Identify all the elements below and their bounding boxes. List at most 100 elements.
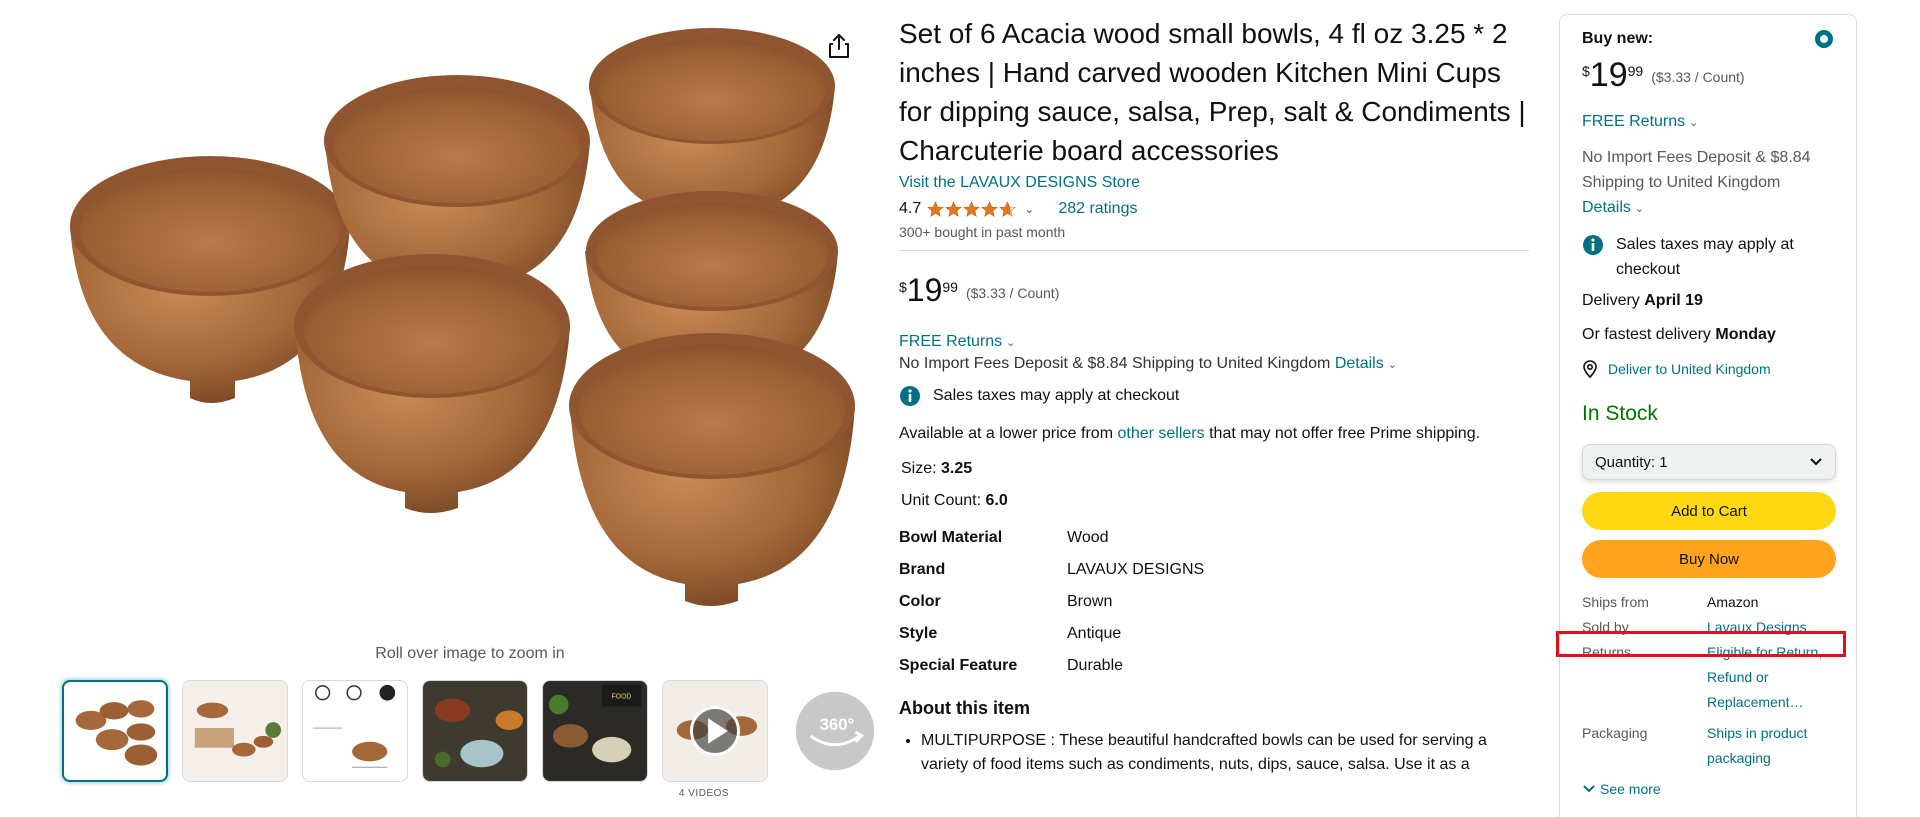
price-whole: 19 — [906, 272, 943, 308]
chevron-down-icon: ⌄ — [1634, 203, 1645, 215]
seller-info-table: Ships from Amazon Sold by Lavaux Designs R… — [1582, 590, 1834, 771]
free-returns-link[interactable]: FREE Returns ⌄ — [899, 333, 1015, 351]
quantity-select[interactable]: Quantity: 1 — [1582, 444, 1836, 480]
chevron-down-icon: ⌄ — [1006, 337, 1016, 349]
about-item: MULTIPURPOSE : These beautiful handcraft… — [921, 729, 1519, 777]
fastest-label: Or fastest delivery — [1582, 326, 1711, 343]
star-half-icon — [999, 200, 1017, 217]
lower-price-notice: Available at a lower price from other se… — [899, 421, 1499, 446]
star-icon — [945, 200, 963, 217]
thumbnail-bowls-set[interactable] — [62, 680, 168, 782]
buybox-free-returns-link[interactable]: FREE Returns ⌄ — [1582, 113, 1834, 131]
location-pin-icon — [1583, 360, 1597, 378]
main-product-image[interactable] — [60, 26, 880, 626]
thumbnail-bowl-with-spice[interactable] — [422, 680, 528, 782]
product-title: Set of 6 Acacia wood small bowls, 4 fl o… — [899, 18, 1526, 166]
buy-new-label: Buy new: — [1582, 30, 1654, 47]
radio-selected-icon[interactable] — [1814, 29, 1834, 49]
spec-key: Special Feature — [899, 657, 1018, 674]
thumbnail-features-diagram[interactable] — [302, 680, 408, 782]
size-attribute: Size: 3.25 — [901, 460, 1529, 478]
price-symbol: $ — [1582, 63, 1590, 79]
import-fees-line: No Import Fees Deposit & $8.84 Shipping … — [899, 355, 1529, 373]
size-label: Size: — [901, 460, 937, 477]
star-icon — [927, 200, 945, 217]
size-value: 3.25 — [941, 460, 973, 477]
info-value: Ships in product packaging — [1707, 725, 1808, 766]
rating-row: 4.7 ⌄ 282 ratings — [899, 198, 1529, 220]
fastest-delivery: Or fastest delivery Monday — [1582, 326, 1834, 344]
ratings-count-link[interactable]: 282 ratings — [1058, 200, 1137, 218]
lower-price-text-end: that may not offer free Prime shipping. — [1209, 425, 1481, 442]
price-whole: 19 — [1589, 56, 1628, 94]
details-link[interactable]: Details — [1335, 355, 1384, 372]
star-icon — [981, 200, 999, 217]
price-fraction: 99 — [942, 279, 958, 295]
spec-key: Color — [899, 593, 941, 610]
star-icon — [963, 200, 981, 217]
import-fees-text: No Import Fees Deposit & $8.84 Shipping … — [899, 355, 1331, 372]
spec-key: Bowl Material — [899, 529, 1003, 546]
free-returns-label: FREE Returns — [899, 333, 1003, 350]
thumbnail-bowls-with-food[interactable] — [182, 680, 288, 782]
delivery-date-value: April 19 — [1644, 292, 1703, 309]
price-per-unit: ($3.33 / Count) — [965, 285, 1060, 301]
spec-row: Color Brown — [899, 586, 1529, 618]
star-rating[interactable] — [927, 200, 1017, 218]
chevron-down-icon — [1810, 458, 1822, 466]
chevron-down-icon: ⌄ — [1689, 117, 1699, 129]
chevron-down-icon — [1583, 785, 1595, 793]
buy-new-row[interactable]: Buy new: — [1582, 29, 1834, 49]
spec-key: Style — [899, 625, 938, 642]
sales-tax-text: Sales taxes may apply at checkout — [1616, 236, 1794, 278]
free-returns-label: FREE Returns — [1582, 113, 1686, 130]
about-title: About this item — [899, 698, 1030, 718]
buybox-details-link[interactable]: Details — [1582, 199, 1631, 216]
divider — [899, 250, 1529, 251]
spec-value: Wood — [1067, 529, 1109, 546]
import-fees-text: No Import Fees Deposit & $8.84 Shipping … — [1582, 149, 1811, 191]
360-label: 360° — [820, 715, 854, 734]
price-fraction: 99 — [1627, 63, 1644, 79]
sales-tax-text: Sales taxes may apply at checkout — [933, 387, 1180, 404]
thumbnail-food-bowls-closeup[interactable]: FOOD — [542, 680, 648, 782]
see-more-label: See more — [1600, 781, 1661, 797]
add-to-cart-button[interactable]: Add to Cart — [1582, 492, 1836, 530]
videos-count-label: 4 VIDEOS — [678, 788, 730, 799]
unit-count-attribute: Unit Count: 6.0 — [901, 492, 1529, 510]
deliver-to-text: Deliver to United Kingdom — [1608, 361, 1771, 377]
product-info: Set of 6 Acacia wood small bowls, 4 fl o… — [899, 14, 1529, 777]
lower-price-text: Available at a lower price from — [899, 425, 1114, 442]
share-icon[interactable] — [826, 32, 852, 60]
about-list: MULTIPURPOSE : These beautiful handcraft… — [899, 729, 1519, 777]
rating-chevron-down-icon[interactable]: ⌄ — [1024, 202, 1034, 216]
buybox-sales-tax: Sales taxes may apply at checkout — [1582, 232, 1834, 282]
chevron-down-icon: ⌄ — [1387, 359, 1397, 371]
unit-count-label: Unit Count: — [901, 492, 982, 509]
see-more-link[interactable]: See more — [1582, 781, 1834, 797]
deliver-to-link[interactable]: Deliver to United Kingdom — [1582, 360, 1834, 378]
buy-now-button[interactable]: Buy Now — [1582, 540, 1836, 578]
svg-text:FOOD: FOOD — [612, 694, 632, 701]
info-key: Ships from — [1582, 594, 1649, 610]
bought-in-past-month: 300+ bought in past month — [899, 224, 1066, 240]
info-value: Amazon — [1707, 594, 1759, 610]
spec-value: Antique — [1067, 625, 1122, 642]
spec-row: Brand LAVAUX DESIGNS — [899, 554, 1529, 586]
thumbnail-video[interactable] — [662, 680, 768, 782]
info-icon — [900, 386, 920, 406]
spec-value: LAVAUX DESIGNS — [1067, 561, 1205, 578]
quantity-value: Quantity: 1 — [1595, 453, 1668, 471]
info-row-ships-from: Ships from Amazon — [1582, 590, 1834, 615]
thumbnail-360-view[interactable]: 360° — [782, 680, 888, 782]
store-link[interactable]: Visit the LAVAUX DESIGNS Store — [899, 174, 1140, 192]
sales-tax-notice: Sales taxes may apply at checkout — [899, 385, 1529, 407]
price: $ 19 99 ($3.33 / Count) — [899, 273, 1529, 307]
spec-value: Brown — [1067, 593, 1113, 610]
delivery-date: Delivery April 19 — [1582, 292, 1834, 310]
other-sellers-link[interactable]: other sellers — [1117, 425, 1204, 442]
spec-key: Brand — [899, 561, 946, 578]
buybox-price: $ 19 99 ($3.33 / Count) — [1582, 57, 1834, 93]
sold-by-highlight-box — [1556, 631, 1846, 657]
spec-value: Durable — [1067, 657, 1124, 674]
